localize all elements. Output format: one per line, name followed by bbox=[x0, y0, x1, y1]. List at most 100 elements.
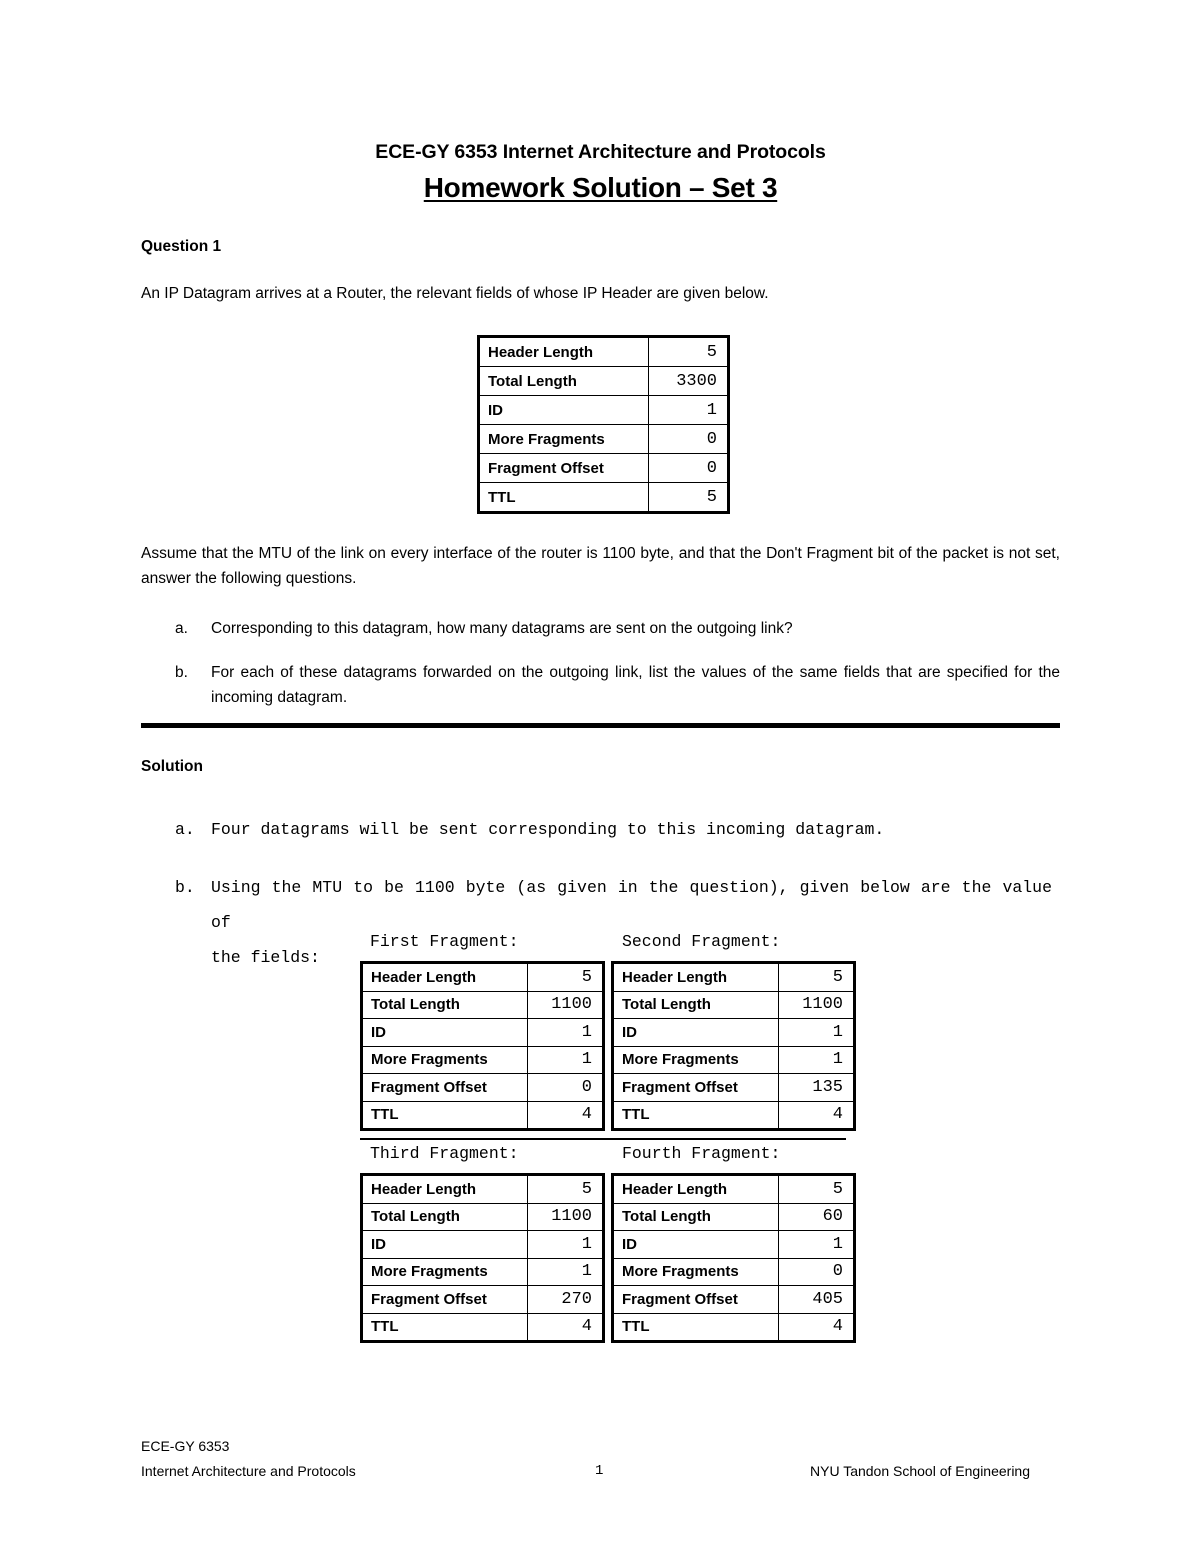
field-value: 4 bbox=[778, 1312, 855, 1342]
table-row: Header Length 5 bbox=[478, 336, 729, 367]
field-value: 0 bbox=[527, 1073, 604, 1102]
section-divider bbox=[141, 723, 1060, 728]
list-item-text: For each of these datagrams forwarded on… bbox=[211, 664, 1060, 706]
table-row: More Fragments 1 bbox=[612, 1045, 855, 1074]
field-value: 4 bbox=[778, 1100, 855, 1130]
table-row: ID 1 bbox=[361, 1018, 604, 1047]
field-value: 1 bbox=[527, 1018, 604, 1047]
field-value: 5 bbox=[648, 482, 729, 513]
field-value: 1 bbox=[527, 1230, 604, 1259]
table-row: Total Length 1100 bbox=[361, 1202, 604, 1231]
question-list-item-a: a. Corresponding to this datagram, how m… bbox=[175, 616, 1060, 641]
table-row: Total Length 3300 bbox=[478, 366, 729, 396]
field-label: TTL bbox=[361, 1100, 528, 1130]
field-label: Header Length bbox=[361, 1174, 528, 1204]
field-label: Fragment Offset bbox=[361, 1073, 528, 1102]
field-value: 1 bbox=[778, 1018, 855, 1047]
table-row: Fragment Offset 0 bbox=[478, 453, 729, 483]
field-value: 4 bbox=[527, 1100, 604, 1130]
footer-subject: Internet Architecture and Protocols bbox=[141, 1463, 356, 1479]
solution-heading: Solution bbox=[141, 758, 203, 775]
field-label: Fragment Offset bbox=[361, 1285, 528, 1314]
field-value: 1 bbox=[527, 1257, 604, 1286]
footer-course: ECE-GY 6353 bbox=[141, 1438, 230, 1454]
field-label: More Fragments bbox=[612, 1257, 779, 1286]
field-value: 5 bbox=[527, 962, 604, 992]
list-marker: b. bbox=[175, 664, 188, 681]
field-label: More Fragments bbox=[612, 1045, 779, 1074]
field-label: Total Length bbox=[361, 990, 528, 1019]
question-intro-paragraph: An IP Datagram arrives at a Router, the … bbox=[141, 285, 769, 302]
table-row: More Fragments 1 bbox=[361, 1257, 604, 1286]
fragment-caption-fourth: Fourth Fragment: bbox=[622, 1144, 781, 1163]
field-label: Header Length bbox=[612, 1174, 779, 1204]
document-title: Homework Solution – Set 3 bbox=[141, 172, 1060, 204]
field-label: Header Length bbox=[361, 962, 528, 992]
field-label: Total Length bbox=[361, 1202, 528, 1231]
document-page: ECE-GY 6353 Internet Architecture and Pr… bbox=[0, 0, 1200, 1553]
field-value: 1 bbox=[648, 395, 729, 425]
field-value: 1 bbox=[778, 1230, 855, 1259]
field-label: Header Length bbox=[612, 962, 779, 992]
field-label: TTL bbox=[361, 1312, 528, 1342]
assumption-paragraph: Assume that the MTU of the link on every… bbox=[141, 545, 1060, 587]
table-row: TTL 5 bbox=[478, 482, 729, 513]
fragment-table-first: Header Length 5 Total Length 1100 ID 1 M… bbox=[360, 961, 605, 1131]
list-item-text: Corresponding to this datagram, how many… bbox=[211, 620, 793, 637]
table-row: More Fragments 0 bbox=[612, 1257, 855, 1286]
list-marker: a. bbox=[175, 620, 188, 637]
field-value: 405 bbox=[778, 1285, 855, 1314]
solution-list-item-b: b. Using the MTU to be 1100 byte (as giv… bbox=[175, 870, 1052, 975]
fragment-caption-second: Second Fragment: bbox=[622, 932, 781, 951]
field-value: 0 bbox=[778, 1257, 855, 1286]
field-label: TTL bbox=[478, 482, 649, 513]
list-marker: b. bbox=[175, 878, 195, 897]
fragment-table-third: Header Length 5 Total Length 1100 ID 1 M… bbox=[360, 1173, 605, 1343]
field-value: 5 bbox=[778, 1174, 855, 1204]
table-row: Header Length 5 bbox=[612, 962, 855, 992]
field-value: 4 bbox=[527, 1312, 604, 1342]
field-label: Fragment Offset bbox=[478, 453, 649, 483]
fragment-table-fourth: Header Length 5 Total Length 60 ID 1 Mor… bbox=[611, 1173, 856, 1343]
field-value: 1 bbox=[527, 1045, 604, 1074]
table-row: Fragment Offset 0 bbox=[361, 1073, 604, 1102]
field-value: 60 bbox=[778, 1202, 855, 1231]
field-label: ID bbox=[612, 1018, 779, 1047]
table-row: Fragment Offset 270 bbox=[361, 1285, 604, 1314]
field-value: 0 bbox=[648, 453, 729, 483]
field-value: 1 bbox=[778, 1045, 855, 1074]
table-row: Header Length 5 bbox=[361, 1174, 604, 1204]
table-row: Total Length 1100 bbox=[361, 990, 604, 1019]
question-list-item-b: b. For each of these datagrams forwarded… bbox=[175, 660, 1060, 710]
table-row: ID 1 bbox=[612, 1018, 855, 1047]
field-label: More Fragments bbox=[478, 424, 649, 454]
fragment-table-second: Header Length 5 Total Length 1100 ID 1 M… bbox=[611, 961, 856, 1131]
field-label: ID bbox=[361, 1230, 528, 1259]
field-value: 1100 bbox=[527, 990, 604, 1019]
field-label: Total Length bbox=[612, 990, 779, 1019]
field-value: 3300 bbox=[648, 366, 729, 396]
footer-page-number: 1 bbox=[595, 1463, 604, 1479]
table-row: Total Length 1100 bbox=[612, 990, 855, 1019]
document-subtitle: ECE-GY 6353 Internet Architecture and Pr… bbox=[375, 141, 826, 163]
field-label: Total Length bbox=[478, 366, 649, 396]
field-value: 0 bbox=[648, 424, 729, 454]
list-item-text: Four datagrams will be sent correspondin… bbox=[211, 820, 885, 839]
field-value: 1100 bbox=[527, 1202, 604, 1231]
field-label: ID bbox=[361, 1018, 528, 1047]
field-label: Total Length bbox=[612, 1202, 779, 1231]
field-label: Header Length bbox=[478, 336, 649, 367]
field-value: 5 bbox=[778, 962, 855, 992]
solution-list-item-a: a. Four datagrams will be sent correspon… bbox=[175, 812, 1052, 847]
table-row: TTL 4 bbox=[612, 1312, 855, 1342]
question-heading: Question 1 bbox=[141, 238, 222, 255]
field-label: More Fragments bbox=[361, 1045, 528, 1074]
table-row: ID 1 bbox=[361, 1230, 604, 1259]
table-row: More Fragments 1 bbox=[361, 1045, 604, 1074]
table-row: TTL 4 bbox=[612, 1100, 855, 1130]
field-value: 135 bbox=[778, 1073, 855, 1102]
footer-school: NYU Tandon School of Engineering bbox=[810, 1463, 1031, 1479]
field-value: 5 bbox=[527, 1174, 604, 1204]
table-row: More Fragments 0 bbox=[478, 424, 729, 454]
field-label: Fragment Offset bbox=[612, 1285, 779, 1314]
